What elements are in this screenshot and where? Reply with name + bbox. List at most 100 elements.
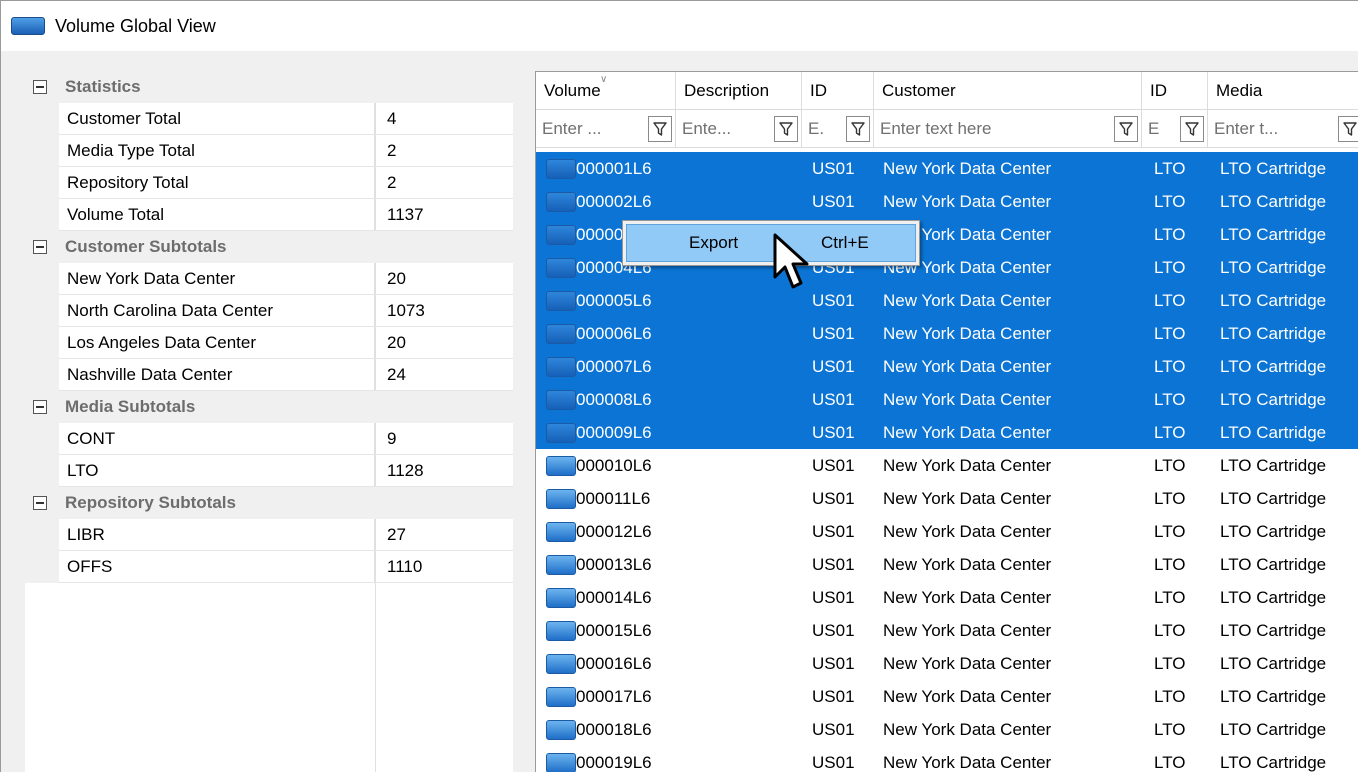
tape-volume-icon [546, 224, 576, 245]
table-row[interactable]: 000008L6 US01 New York Data Center LTO LTO C… [536, 383, 1358, 416]
column-header[interactable]: Customer [874, 72, 1142, 110]
table-row[interactable]: 000017L6 US01 New York Data Center LTO LTO C… [536, 680, 1358, 713]
property-row[interactable]: North Carolina Data Center 1073 [25, 295, 513, 327]
row-gutter [25, 455, 59, 487]
id-cell: US01 [812, 620, 855, 640]
category-row[interactable]: Media Subtotals [25, 391, 513, 423]
customer-cell: New York Data Center [883, 290, 1052, 310]
collapse-minus-icon[interactable] [33, 400, 47, 414]
filter-funnel-icon[interactable] [648, 115, 672, 142]
table-row[interactable]: 000002L6 US01 New York Data Center LTO LTO C… [536, 185, 1358, 218]
table-row[interactable]: 000007L6 US01 New York Data Center LTO LTO C… [536, 350, 1358, 383]
table-row[interactable]: 000005L6 US01 New York Data Center LTO LTO C… [536, 284, 1358, 317]
customer-cell: New York Data Center [883, 323, 1052, 343]
property-row[interactable]: Volume Total 1137 [25, 199, 513, 231]
column-filter-input[interactable]: Enter t... [1208, 110, 1358, 148]
table-row[interactable]: 000011L6 US01 New York Data Center LTO LTO C… [536, 482, 1358, 515]
column-header[interactable]: Media [1208, 72, 1358, 110]
row-gutter [25, 135, 59, 167]
table-row[interactable]: 000019L6 US01 New York Data Center LTO LTO C… [536, 746, 1358, 772]
collapse-minus-icon[interactable] [33, 240, 47, 254]
row-gutter [25, 167, 59, 199]
volume-cell: 000016L6 [576, 653, 652, 673]
volume-cell: 000005L6 [576, 290, 652, 310]
column-filter-input[interactable]: Enter text here [874, 110, 1142, 148]
column-filter-input[interactable]: Ente... [676, 110, 802, 148]
id-cell: US01 [812, 521, 855, 541]
table-row[interactable]: 000016L6 US01 New York Data Center LTO LTO C… [536, 647, 1358, 680]
category-row[interactable]: Repository Subtotals [25, 487, 513, 519]
tape-volume-icon [546, 257, 576, 278]
property-name: CONT [59, 423, 375, 455]
filter-funnel-icon[interactable] [774, 115, 798, 142]
property-row[interactable]: Media Type Total 2 [25, 135, 513, 167]
table-row[interactable]: 000013L6 US01 New York Data Center LTO LTO C… [536, 548, 1358, 581]
table-row[interactable]: 000009L6 US01 New York Data Center LTO LTO C… [536, 416, 1358, 449]
media-cell: LTO Cartridge [1220, 356, 1327, 376]
media-id-cell: LTO [1154, 389, 1186, 409]
property-row[interactable]: Customer Total 4 [25, 103, 513, 135]
property-row[interactable]: CONT 9 [25, 423, 513, 455]
table-row[interactable]: 000006L6 US01 New York Data Center LTO LTO C… [536, 317, 1358, 350]
property-row[interactable]: New York Data Center 20 [25, 263, 513, 295]
id-cell: US01 [812, 455, 855, 475]
media-cell: LTO Cartridge [1220, 653, 1327, 673]
title-bar[interactable]: Volume Global View [1, 1, 1358, 51]
media-id-cell: LTO [1154, 224, 1186, 244]
column-header[interactable]: ID [802, 72, 874, 110]
volume-cell: 000012L6 [576, 521, 652, 541]
id-cell: US01 [812, 290, 855, 310]
row-gutter [25, 199, 59, 231]
filter-placeholder: Enter t... [1214, 118, 1279, 138]
media-cell: LTO Cartridge [1220, 752, 1327, 772]
table-row[interactable]: 000014L6 US01 New York Data Center LTO LTO C… [536, 581, 1358, 614]
media-cell: LTO Cartridge [1220, 290, 1327, 310]
filter-funnel-icon[interactable] [1180, 115, 1204, 142]
customer-cell: New York Data Center [883, 389, 1052, 409]
id-cell: US01 [812, 752, 855, 772]
category-row[interactable]: Customer Subtotals [25, 231, 513, 263]
table-row[interactable]: 000001L6 US01 New York Data Center LTO LTO C… [536, 152, 1358, 185]
id-cell: US01 [812, 488, 855, 508]
customer-cell: New York Data Center [883, 422, 1052, 442]
row-gutter [25, 423, 59, 455]
customer-cell: New York Data Center [883, 686, 1052, 706]
id-cell: US01 [812, 422, 855, 442]
row-gutter [25, 327, 59, 359]
column-filter-input[interactable]: Enter ... [536, 110, 676, 148]
property-row[interactable]: Los Angeles Data Center 20 [25, 327, 513, 359]
tape-volume-icon [546, 290, 576, 311]
customer-cell: New York Data Center [883, 620, 1052, 640]
tape-volume-icon [546, 620, 576, 641]
column-header[interactable]: Volume ∨ [536, 72, 676, 110]
column-header[interactable]: ID [1142, 72, 1208, 110]
customer-cell: New York Data Center [883, 191, 1052, 211]
category-row[interactable]: Statistics [25, 71, 513, 103]
filter-funnel-icon[interactable] [1114, 115, 1138, 142]
table-row[interactable]: 000018L6 US01 New York Data Center LTO LTO C… [536, 713, 1358, 746]
property-row[interactable]: OFFS 1110 [25, 551, 513, 583]
volume-cell: 000011L6 [576, 488, 651, 508]
table-row[interactable]: 000010L6 US01 New York Data Center LTO LTO C… [536, 449, 1358, 482]
column-filter-input[interactable]: E. [802, 110, 874, 148]
tape-volume-icon [546, 191, 576, 212]
column-header-label: Customer [882, 80, 956, 100]
filter-funnel-icon[interactable] [1338, 115, 1358, 142]
property-name: LTO [59, 455, 375, 487]
table-row[interactable]: 000015L6 US01 New York Data Center LTO LTO C… [536, 614, 1358, 647]
property-row[interactable]: Repository Total 2 [25, 167, 513, 199]
filter-funnel-icon[interactable] [846, 115, 870, 142]
column-header[interactable]: Description [676, 72, 802, 110]
column-filter-input[interactable]: E [1142, 110, 1208, 148]
property-row[interactable]: Nashville Data Center 24 [25, 359, 513, 391]
column-header-label: ID [810, 80, 827, 100]
property-row[interactable]: LIBR 27 [25, 519, 513, 551]
property-row[interactable]: LTO 1128 [25, 455, 513, 487]
id-cell: US01 [812, 191, 855, 211]
collapse-minus-icon[interactable] [33, 80, 47, 94]
table-row[interactable]: 000012L6 US01 New York Data Center LTO LTO C… [536, 515, 1358, 548]
volume-cell: 000014L6 [576, 587, 652, 607]
tape-volume-icon [546, 389, 576, 410]
collapse-minus-icon[interactable] [33, 496, 47, 510]
column-header-label: Volume [544, 80, 601, 100]
